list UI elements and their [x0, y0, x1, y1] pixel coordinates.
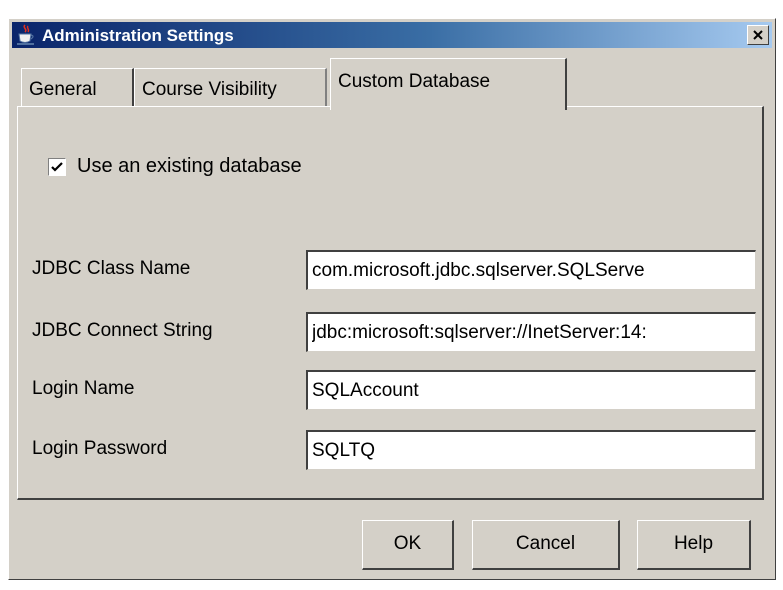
jdbc-class-name-label: JDBC Class Name — [32, 258, 191, 279]
title-bar[interactable]: Administration Settings — [12, 22, 772, 48]
ok-button[interactable]: OK — [362, 520, 454, 570]
tab-custom-database[interactable]: Custom Database — [330, 58, 567, 110]
help-button[interactable]: Help — [637, 520, 751, 570]
java-cup-icon — [16, 24, 36, 46]
use-existing-database-label[interactable]: Use an existing database — [77, 155, 302, 178]
login-name-field[interactable] — [306, 370, 756, 410]
jdbc-class-name-field[interactable] — [306, 250, 756, 290]
close-icon — [753, 30, 763, 40]
checkmark-icon — [51, 162, 63, 172]
login-password-field[interactable] — [306, 430, 756, 470]
use-existing-database-checkbox[interactable] — [48, 158, 66, 176]
tab-course-visibility[interactable]: Course Visibility — [134, 68, 327, 106]
window-title: Administration Settings — [42, 26, 234, 45]
cancel-button[interactable]: Cancel — [472, 520, 620, 570]
login-name-label: Login Name — [32, 378, 135, 399]
login-name-input[interactable] — [308, 372, 755, 409]
jdbc-connect-string-input[interactable] — [308, 314, 755, 351]
jdbc-connect-string-label: JDBC Connect String — [32, 320, 213, 341]
close-button[interactable] — [747, 25, 769, 45]
login-password-label: Login Password — [32, 438, 168, 459]
jdbc-connect-string-field[interactable] — [306, 312, 756, 352]
tab-general[interactable]: General — [21, 68, 134, 106]
login-password-input[interactable] — [308, 432, 755, 469]
jdbc-class-name-input[interactable] — [308, 252, 755, 289]
